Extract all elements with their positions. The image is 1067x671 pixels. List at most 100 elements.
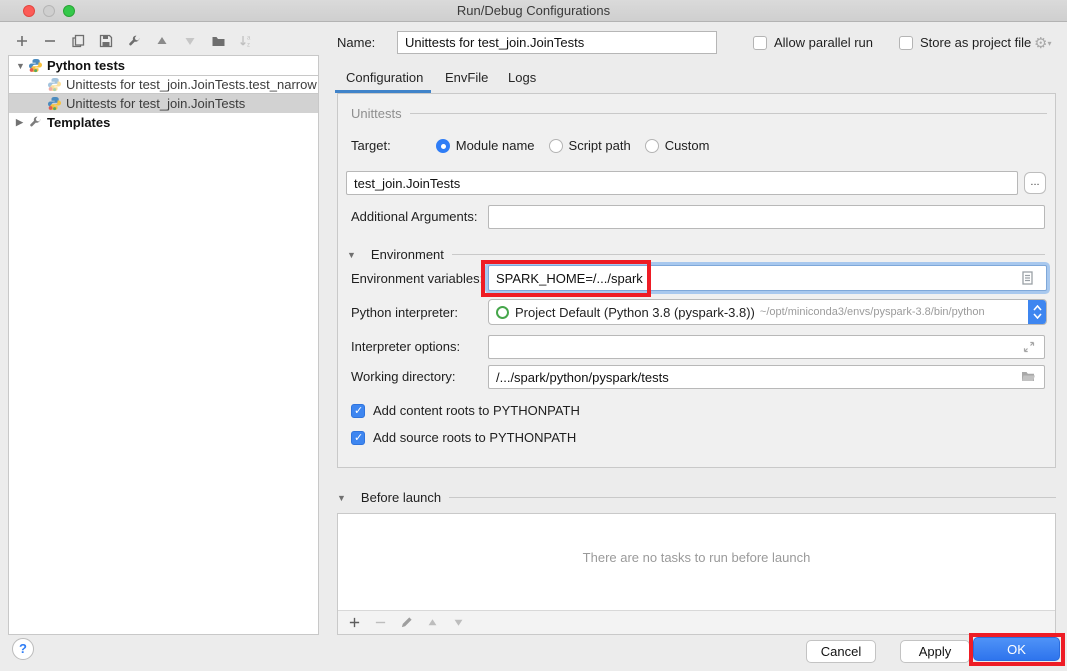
additional-arguments-input[interactable] [488,205,1045,229]
python-test-icon [47,96,62,111]
checkbox-checked-icon[interactable] [351,404,365,418]
python-interpreter-combobox[interactable]: Project Default (Python 3.8 (pyspark-3.8… [488,299,1047,325]
environment-variables-input[interactable] [488,265,1047,291]
folder-browse-icon[interactable] [1021,370,1036,383]
python-test-icon [47,77,62,92]
name-label: Name: [337,35,375,50]
tree-node-templates[interactable]: ▶ Templates [9,113,318,132]
unittests-group-title: Unittests [351,106,402,121]
tree-item-jointests-selected[interactable]: Unittests for test_join.JoinTests [9,94,318,113]
combobox-stepper-icon[interactable] [1028,299,1046,325]
ok-button[interactable]: OK [973,637,1060,661]
move-up-icon[interactable] [154,33,170,49]
store-as-project-file-label: Store as project file [920,35,1031,50]
move-task-down-icon [451,616,465,630]
add-task-icon[interactable] [347,616,361,630]
additional-arguments-label: Additional Arguments: [351,209,477,224]
tree-node-label: Python tests [47,58,125,73]
python-interpreter-path: ~/opt/miniconda3/envs/pyspark-3.8/bin/py… [760,306,1024,318]
radio-script-path[interactable]: Script path [549,138,631,153]
window-title: Run/Debug Configurations [0,3,1067,18]
divider-line [452,254,1045,255]
before-launch-task-list: There are no tasks to run before launch [337,513,1056,635]
tree-item-test-narrow[interactable]: Unittests for test_join.JoinTests.test_n… [9,75,318,94]
tree-item-label: Unittests for test_join.JoinTests.test_n… [66,77,317,92]
sort-alphabetically-icon: az [238,33,254,49]
radio-module-name[interactable]: Module name [436,138,535,153]
python-interpreter-value: Project Default (Python 3.8 (pyspark-3.8… [515,305,755,320]
target-module-input[interactable] [346,171,1018,195]
chevron-right-icon[interactable]: ▶ [16,117,26,128]
unittests-group-header: Unittests [351,106,1047,121]
python-interpreter-label: Python interpreter: [351,305,458,320]
target-label: Target: [351,138,391,153]
interpreter-options-input[interactable] [488,335,1045,359]
checkbox-unchecked-icon[interactable] [899,36,913,50]
remove-configuration-icon[interactable] [42,33,58,49]
checkbox-checked-icon[interactable] [351,431,365,445]
environment-variables-label: Environment variables: [351,271,483,286]
store-as-project-file-checkbox[interactable]: Store as project file [899,35,1031,50]
configuration-panel: Unittests Target: Module name Script pat… [337,93,1056,468]
add-source-roots-checkbox[interactable]: Add source roots to PYTHONPATH [351,430,576,445]
apply-button[interactable]: Apply [900,640,970,663]
cancel-button[interactable]: Cancel [806,640,876,663]
configurations-tree: ▼ Python tests Unittests for test_join.J… [8,55,319,635]
edit-templates-wrench-icon[interactable] [126,33,142,49]
browse-button[interactable]: ... [1024,172,1046,194]
move-down-icon [182,33,198,49]
add-content-roots-label: Add content roots to PYTHONPATH [373,403,580,418]
new-folder-icon[interactable] [210,33,226,49]
checkbox-unchecked-icon[interactable] [753,36,767,50]
chevron-down-icon[interactable]: ▼ [16,61,26,71]
radio-custom[interactable]: Custom [645,138,710,153]
templates-wrench-icon [28,115,43,130]
environment-section-header[interactable]: ▼ Environment [347,247,1045,262]
expand-field-icon[interactable] [1023,341,1035,353]
edit-variables-icon[interactable] [1021,271,1034,285]
name-input[interactable] [397,31,717,54]
radio-label: Custom [665,138,710,153]
tab-configuration[interactable]: Configuration [346,70,423,85]
add-source-roots-label: Add source roots to PYTHONPATH [373,430,576,445]
radio-selected-icon[interactable] [436,139,450,153]
configurations-toolbar: az [14,31,254,51]
target-row: Target: Module name Script path Custom [351,138,723,153]
add-configuration-icon[interactable] [14,33,30,49]
allow-parallel-run-label: Allow parallel run [774,35,873,50]
move-task-up-icon [425,616,439,630]
tab-envfile[interactable]: EnvFile [445,70,488,85]
gear-icon[interactable]: ⚙▾ [1034,34,1051,52]
tab-logs[interactable]: Logs [508,70,536,85]
chevron-down-icon[interactable]: ▼ [347,250,356,260]
conda-environment-icon [496,306,509,319]
divider-line [410,113,1047,114]
chevron-down-icon[interactable]: ▼ [337,493,346,503]
environment-section-title: Environment [371,247,444,262]
svg-text:z: z [247,43,250,49]
copy-configuration-icon[interactable] [70,33,86,49]
radio-label: Script path [569,138,631,153]
tree-node-python-tests[interactable]: ▼ Python tests [9,56,318,75]
before-launch-title: Before launch [361,490,441,505]
radio-label: Module name [456,138,535,153]
add-content-roots-checkbox[interactable]: Add content roots to PYTHONPATH [351,403,580,418]
working-directory-label: Working directory: [351,369,456,384]
interpreter-options-label: Interpreter options: [351,339,460,354]
radio-unselected-icon[interactable] [549,139,563,153]
before-launch-header[interactable]: ▼ Before launch [337,490,1056,505]
save-configuration-icon[interactable] [98,33,114,49]
allow-parallel-run-checkbox[interactable]: Allow parallel run [753,35,873,50]
before-launch-toolbar [338,610,1055,634]
help-button[interactable]: ? [12,638,34,660]
edit-task-pencil-icon [399,616,413,630]
tree-item-label: Unittests for test_join.JoinTests [66,96,245,111]
working-directory-input[interactable] [488,365,1045,389]
python-tests-icon [28,58,43,73]
remove-task-icon [373,616,387,630]
tree-node-label: Templates [47,115,110,130]
radio-unselected-icon[interactable] [645,139,659,153]
divider-line [449,497,1056,498]
title-bar: Run/Debug Configurations [0,0,1067,22]
before-launch-empty-text: There are no tasks to run before launch [338,550,1055,565]
